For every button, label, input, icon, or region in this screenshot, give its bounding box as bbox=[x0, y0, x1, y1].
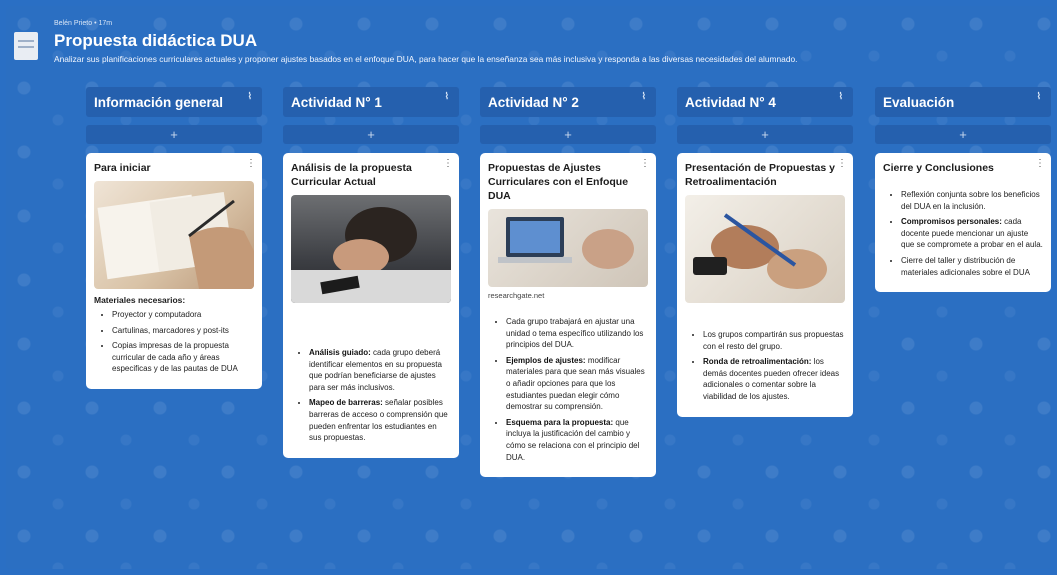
list-item: Cierre del taller y distribución de mate… bbox=[901, 255, 1043, 278]
post-card[interactable]: ⋮ Cierre y Conclusiones Reflexión conjun… bbox=[875, 153, 1051, 293]
list-item: Proyector y computadora bbox=[112, 309, 254, 321]
add-post-button[interactable]: + bbox=[480, 125, 656, 144]
hands-writing-illustration bbox=[693, 213, 827, 289]
column-actividad-2: Actividad N° 2 ⌇ + ⋮ Propuestas de Ajust… bbox=[480, 87, 656, 478]
post-card[interactable]: ⋮ Propuestas de Ajustes Curriculares con… bbox=[480, 153, 656, 478]
column-title: Actividad N° 2 bbox=[488, 94, 579, 110]
add-post-button[interactable]: + bbox=[677, 125, 853, 144]
post-image[interactable] bbox=[488, 209, 648, 287]
post-bullet-list: Análisis guiado: cada grupo deberá ident… bbox=[291, 347, 451, 444]
add-post-button[interactable]: + bbox=[875, 125, 1051, 144]
post-title: Cierre y Conclusiones bbox=[883, 162, 994, 174]
column-header[interactable]: Actividad N° 4 ⌇ bbox=[677, 87, 853, 117]
post-title: Análisis de la propuesta Curricular Actu… bbox=[291, 162, 412, 188]
add-post-button[interactable]: + bbox=[86, 125, 262, 144]
notebook-writing-illustration bbox=[97, 192, 254, 289]
column-header[interactable]: Actividad N° 2 ⌇ bbox=[480, 87, 656, 117]
laptop-illustration bbox=[498, 217, 634, 269]
post-card[interactable]: ⋮ Análisis de la propuesta Curricular Ac… bbox=[283, 153, 459, 458]
post-bullet-list: Proyector y computadora Cartulinas, marc… bbox=[94, 309, 254, 375]
post-card[interactable]: ⋮ Para iniciar Materiales necesarios: Pr… bbox=[86, 153, 262, 389]
column-evaluacion: Evaluación ⌇ + ⋮ Cierre y Conclusiones R… bbox=[875, 87, 1051, 293]
post-image[interactable] bbox=[685, 195, 845, 303]
post-bullet-list: Los grupos compartirán sus propuestas co… bbox=[685, 329, 845, 403]
column-header[interactable]: Evaluación ⌇ bbox=[875, 87, 1051, 117]
list-item: Ejemplos de ajustes: modificar materiale… bbox=[506, 355, 648, 413]
column-menu-icon[interactable]: ⌇ bbox=[839, 91, 843, 102]
column-title: Actividad N° 4 bbox=[685, 94, 776, 110]
post-title: Presentación de Propuestas y Retroalimen… bbox=[685, 162, 835, 188]
list-item: Los grupos compartirán sus propuestas co… bbox=[703, 329, 845, 352]
post-bullet-list: Cada grupo trabajará en ajustar una unid… bbox=[488, 316, 648, 463]
board-header: Belén Prieto • 17m Propuesta didáctica D… bbox=[54, 20, 1039, 64]
column-informacion-general: Información general ⌇ + ⋮ Para iniciar M… bbox=[86, 87, 262, 389]
column-title: Actividad N° 1 bbox=[291, 94, 382, 110]
post-image[interactable] bbox=[291, 195, 451, 303]
list-item: Reflexión conjunta sobre los beneficios … bbox=[901, 189, 1043, 212]
post-title: Para iniciar bbox=[94, 162, 151, 174]
post-menu-icon[interactable]: ⋮ bbox=[1035, 158, 1045, 169]
column-menu-icon[interactable]: ⌇ bbox=[1037, 91, 1041, 102]
author-meta: Belén Prieto • 17m bbox=[54, 20, 113, 27]
column-menu-icon[interactable]: ⌇ bbox=[445, 91, 449, 102]
post-menu-icon[interactable]: ⋮ bbox=[443, 158, 453, 169]
list-item: Cartulinas, marcadores y post-its bbox=[112, 325, 254, 337]
materials-heading: Materiales necesarios: bbox=[94, 295, 186, 305]
board-canvas: Belén Prieto • 17m Propuesta didáctica D… bbox=[6, 6, 1051, 569]
post-title: Propuestas de Ajustes Curriculares con e… bbox=[488, 162, 629, 202]
post-menu-icon[interactable]: ⋮ bbox=[246, 158, 256, 169]
column-menu-icon[interactable]: ⌇ bbox=[642, 91, 646, 102]
list-item: Ronda de retroalimentación: los demás do… bbox=[703, 356, 845, 402]
board-description: Analizar sus planificaciones curriculare… bbox=[54, 54, 798, 64]
board-thumbnail-icon[interactable] bbox=[14, 32, 38, 60]
column-title: Evaluación bbox=[883, 94, 955, 110]
column-header[interactable]: Actividad N° 1 ⌇ bbox=[283, 87, 459, 117]
list-item: Compromisos personales: cada docente pue… bbox=[901, 216, 1043, 251]
board-title[interactable]: Propuesta didáctica DUA bbox=[54, 31, 1039, 51]
column-actividad-4: Actividad N° 4 ⌇ + ⋮ Presentación de Pro… bbox=[677, 87, 853, 417]
post-card[interactable]: ⋮ Presentación de Propuestas y Retroalim… bbox=[677, 153, 853, 417]
column-menu-icon[interactable]: ⌇ bbox=[248, 91, 252, 102]
post-bullet-list: Reflexión conjunta sobre los beneficios … bbox=[883, 189, 1043, 278]
add-post-button[interactable]: + bbox=[283, 125, 459, 144]
list-item: Mapeo de barreras: señalar posibles barr… bbox=[309, 397, 451, 443]
post-image[interactable] bbox=[94, 181, 254, 289]
image-source-caption[interactable]: researchgate.net bbox=[488, 291, 648, 300]
list-item: Análisis guiado: cada grupo deberá ident… bbox=[309, 347, 451, 393]
column-header[interactable]: Información general ⌇ bbox=[86, 87, 262, 117]
post-menu-icon[interactable]: ⋮ bbox=[640, 158, 650, 169]
column-title: Información general bbox=[94, 94, 224, 110]
post-menu-icon[interactable]: ⋮ bbox=[837, 158, 847, 169]
list-item: Cada grupo trabajará en ajustar una unid… bbox=[506, 316, 648, 351]
list-item: Copias impresas de la propuesta curricul… bbox=[112, 340, 254, 375]
column-actividad-1: Actividad N° 1 ⌇ + ⋮ Análisis de la prop… bbox=[283, 87, 459, 458]
list-item: Esquema para la propuesta: que incluya l… bbox=[506, 417, 648, 463]
student-frustrated-illustration bbox=[291, 207, 451, 303]
